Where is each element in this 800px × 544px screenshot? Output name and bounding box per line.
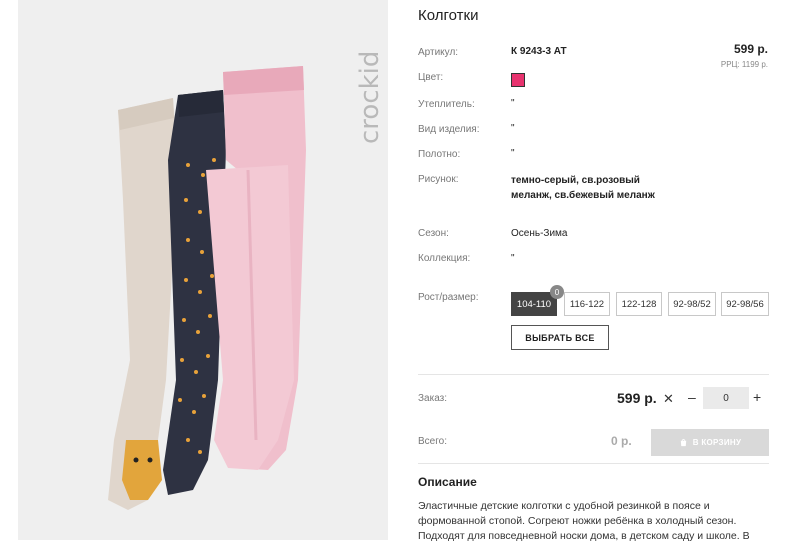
recommended-price: РРЦ: 1199 р.: [720, 60, 768, 69]
description-text: Эластичные детские колготки с удобной ре…: [418, 500, 750, 542]
size-option-122-128[interactable]: 122-128: [616, 292, 662, 316]
increase-quantity-button[interactable]: +: [753, 389, 761, 405]
order-label: Заказ:: [418, 393, 448, 404]
tights-illustration: [108, 66, 306, 510]
product-image[interactable]: crockid: [18, 0, 388, 540]
divider: [418, 463, 769, 464]
spec-label-type: Вид изделия:: [418, 124, 480, 135]
order-price: 599 р.: [617, 390, 657, 406]
color-swatch[interactable]: [511, 73, 525, 87]
divider: [418, 374, 769, 375]
times-icon: ✕: [663, 391, 674, 406]
add-to-cart-label: В КОРЗИНУ: [692, 438, 742, 447]
spec-value-insulation: ": [511, 98, 515, 109]
size-option-116-122[interactable]: 116-122: [564, 292, 610, 316]
spec-label-insulation: Утеплитель:: [418, 99, 475, 110]
spec-label-season: Сезон:: [418, 228, 449, 239]
spec-label-article: Артикул:: [418, 47, 459, 58]
spec-value-article: К 9243-3 АТ: [511, 46, 567, 57]
decrease-quantity-button[interactable]: –: [688, 389, 696, 405]
product-title: Колготки: [418, 7, 479, 24]
description-title: Описание: [418, 475, 477, 489]
total-price: 0 р.: [611, 434, 632, 448]
brand-logo: crockid: [355, 51, 385, 144]
spec-value-season: Осень-Зима: [511, 228, 568, 239]
total-label: Всего:: [418, 436, 447, 447]
spec-label-color: Цвет:: [418, 72, 444, 83]
spec-label-fabric: Полотно:: [418, 149, 461, 160]
cart-icon: [680, 438, 686, 447]
add-to-cart-button[interactable]: В КОРЗИНУ: [651, 429, 769, 456]
spec-value-fabric: ": [511, 148, 515, 159]
spec-value-type: ": [511, 123, 515, 134]
product-price: 599 р.: [733, 42, 768, 56]
size-label: Рост/размер:: [418, 292, 479, 303]
select-all-button[interactable]: ВЫБРАТЬ ВСЕ: [511, 325, 609, 350]
spec-label-collection: Коллекция:: [418, 253, 471, 264]
svg-text:crockid: crockid: [355, 51, 385, 144]
spec-value-collection: ": [511, 253, 515, 264]
spec-label-pattern: Рисунок:: [418, 174, 459, 185]
size-option-92-98-52[interactable]: 92-98/52: [668, 292, 716, 316]
quantity-input[interactable]: [703, 387, 749, 409]
spec-value-pattern: темно-серый, св.розовый меланж, св.бежев…: [511, 175, 655, 201]
size-count-badge: 0: [550, 285, 564, 299]
size-option-92-98-56[interactable]: 92-98/56: [721, 292, 769, 316]
